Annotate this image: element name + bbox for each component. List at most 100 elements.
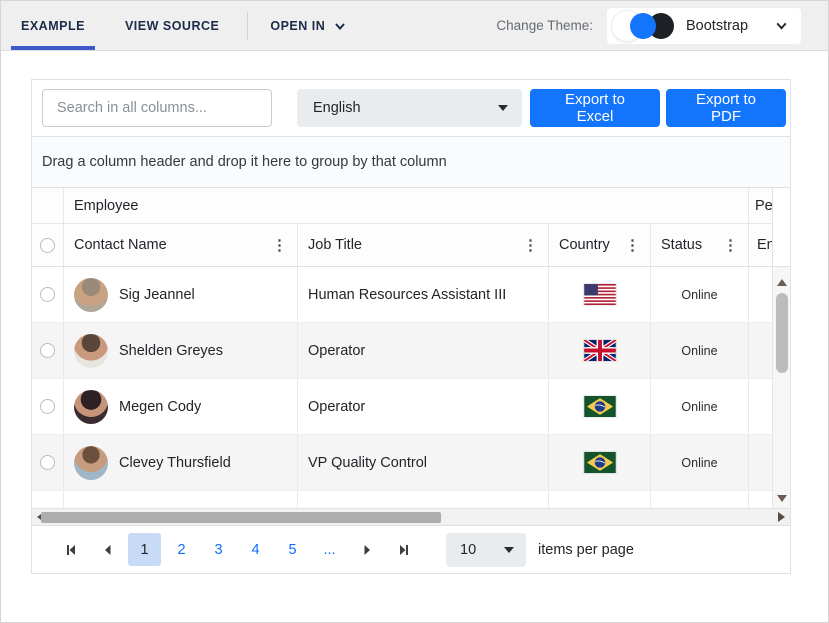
table-row[interactable]: Clevey Thursfield VP Quality Control Onl… bbox=[32, 435, 772, 491]
row-select-cell bbox=[32, 435, 64, 490]
group-spacer-cell bbox=[32, 188, 64, 223]
tab-example[interactable]: EXAMPLE bbox=[1, 1, 105, 50]
flag-us-icon bbox=[584, 284, 616, 305]
column-header-contact-name[interactable]: Contact Name ⋮ bbox=[64, 224, 298, 266]
scrollbar-header-filler bbox=[772, 188, 790, 267]
table-row-partial[interactable] bbox=[32, 491, 772, 508]
contact-name-cell: Megen Cody bbox=[64, 379, 298, 434]
language-dropdown[interactable]: English bbox=[297, 89, 522, 127]
vertical-scrollbar-thumb[interactable] bbox=[776, 293, 788, 373]
status-text: Online bbox=[681, 400, 717, 414]
column-header-status[interactable]: Status ⋮ bbox=[651, 224, 749, 266]
engagement-cell bbox=[749, 435, 772, 490]
horizontal-scrollbar[interactable] bbox=[32, 508, 790, 525]
scroll-up-arrow-icon[interactable] bbox=[777, 279, 787, 286]
flag-br-icon bbox=[584, 452, 616, 473]
avatar bbox=[74, 278, 108, 312]
status-cell: Online bbox=[651, 323, 749, 378]
row-checkbox[interactable] bbox=[40, 455, 55, 470]
page-button-5[interactable]: 5 bbox=[276, 533, 309, 566]
row-checkbox[interactable] bbox=[40, 343, 55, 358]
table-row[interactable]: Megen Cody Operator Online bbox=[32, 379, 772, 435]
vertical-scrollbar[interactable] bbox=[772, 267, 790, 508]
contact-name-cell: Shelden Greyes bbox=[64, 323, 298, 378]
flag-uk-icon bbox=[584, 340, 616, 361]
avatar bbox=[74, 390, 108, 424]
status-cell: Online bbox=[651, 435, 749, 490]
country-cell bbox=[549, 491, 651, 508]
column-header-engagement[interactable]: Eng bbox=[749, 224, 772, 266]
page-button-more[interactable]: ... bbox=[313, 533, 346, 566]
job-title-text: Operator bbox=[308, 399, 365, 415]
page-button-1[interactable]: 1 bbox=[128, 533, 161, 566]
search-input[interactable] bbox=[42, 89, 272, 127]
last-page-button[interactable] bbox=[387, 533, 420, 566]
select-all-cell bbox=[32, 224, 64, 266]
row-checkbox[interactable] bbox=[40, 287, 55, 302]
next-page-button[interactable] bbox=[350, 533, 383, 566]
row-select-cell bbox=[32, 267, 64, 322]
change-theme-label: Change Theme: bbox=[496, 18, 593, 33]
status-cell: Online bbox=[651, 267, 749, 322]
job-title-text: Human Resources Assistant III bbox=[308, 287, 506, 303]
job-title-cell bbox=[298, 491, 549, 508]
group-drop-area[interactable]: Drag a column header and drop it here to… bbox=[32, 137, 790, 188]
chevron-down-icon bbox=[774, 18, 789, 33]
column-header-row: Contact Name ⋮ Job Title ⋮ Country ⋮ Sta… bbox=[32, 224, 772, 267]
row-select-cell bbox=[32, 491, 64, 508]
column-header-engagement-label: Eng bbox=[757, 237, 772, 253]
country-cell bbox=[549, 379, 651, 434]
theme-name: Bootstrap bbox=[686, 18, 774, 34]
job-title-text: VP Quality Control bbox=[308, 455, 427, 471]
export-pdf-button[interactable]: Export to PDF bbox=[666, 89, 786, 127]
country-cell bbox=[549, 323, 651, 378]
row-checkbox[interactable] bbox=[40, 399, 55, 414]
job-title-cell: Human Resources Assistant III bbox=[298, 267, 549, 322]
table-row[interactable]: Shelden Greyes Operator Online bbox=[32, 323, 772, 379]
scroll-right-arrow-icon[interactable] bbox=[778, 512, 785, 522]
tab-view-source-label: VIEW SOURCE bbox=[125, 19, 219, 33]
grid-pager: 1 2 3 4 5 ... 10 items per page bbox=[32, 525, 790, 573]
page-button-2[interactable]: 2 bbox=[165, 533, 198, 566]
engagement-cell bbox=[749, 379, 772, 434]
column-menu-icon[interactable]: ⋮ bbox=[623, 236, 642, 254]
status-text: Online bbox=[681, 288, 717, 302]
page-size-dropdown[interactable]: 10 bbox=[446, 533, 526, 567]
group-header-employee[interactable]: Employee bbox=[64, 188, 749, 223]
previous-page-button[interactable] bbox=[91, 533, 124, 566]
table-row[interactable]: Sig Jeannel Human Resources Assistant II… bbox=[32, 267, 772, 323]
scroll-down-arrow-icon[interactable] bbox=[777, 495, 787, 502]
topbar-divider bbox=[247, 12, 248, 40]
first-page-button[interactable] bbox=[54, 533, 87, 566]
contact-name-text: Shelden Greyes bbox=[119, 343, 223, 359]
grid-toolbar: English Export to Excel Export to PDF bbox=[32, 80, 790, 137]
column-menu-icon[interactable]: ⋮ bbox=[270, 236, 289, 254]
contact-name-text: Sig Jeannel bbox=[119, 287, 195, 303]
column-menu-icon[interactable]: ⋮ bbox=[721, 236, 740, 254]
column-header-job-title[interactable]: Job Title ⋮ bbox=[298, 224, 549, 266]
column-group-row: Employee Per bbox=[32, 188, 772, 224]
chevron-down-icon bbox=[333, 19, 347, 33]
status-cell: Online bbox=[651, 379, 749, 434]
country-cell bbox=[549, 435, 651, 490]
engagement-cell bbox=[749, 267, 772, 322]
group-header-performance[interactable]: Per bbox=[749, 188, 772, 223]
export-excel-button[interactable]: Export to Excel bbox=[530, 89, 660, 127]
status-text: Online bbox=[681, 344, 717, 358]
avatar bbox=[74, 334, 108, 368]
page-size-value: 10 bbox=[460, 542, 504, 558]
page-button-4[interactable]: 4 bbox=[239, 533, 272, 566]
tab-view-source[interactable]: VIEW SOURCE bbox=[105, 1, 239, 50]
theme-chooser-dropdown[interactable]: Bootstrap bbox=[607, 8, 801, 44]
horizontal-scrollbar-thumb[interactable] bbox=[41, 512, 441, 523]
column-header-country[interactable]: Country ⋮ bbox=[549, 224, 651, 266]
job-title-cell: Operator bbox=[298, 379, 549, 434]
column-menu-icon[interactable]: ⋮ bbox=[521, 236, 540, 254]
grid-header: Employee Per Contact Name ⋮ Job Title ⋮ bbox=[32, 188, 790, 267]
page-button-3[interactable]: 3 bbox=[202, 533, 235, 566]
contact-name-text: Megen Cody bbox=[119, 399, 201, 415]
contact-name-text: Clevey Thursfield bbox=[119, 455, 231, 471]
flag-br-icon bbox=[584, 396, 616, 417]
select-all-checkbox[interactable] bbox=[40, 238, 55, 253]
open-in-dropdown[interactable]: OPEN IN bbox=[256, 19, 361, 33]
